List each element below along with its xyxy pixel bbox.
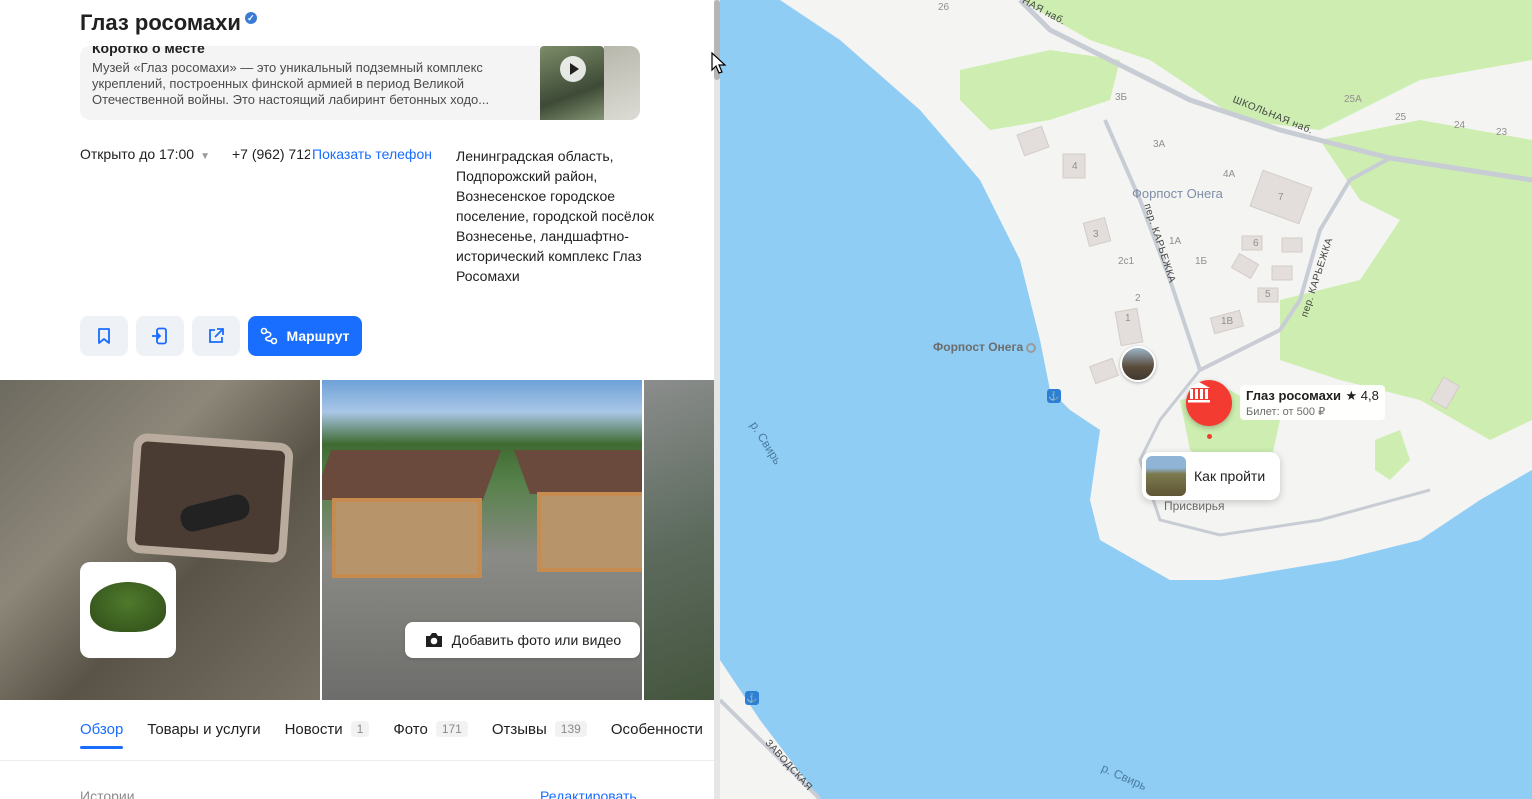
house-number: 6 xyxy=(1253,238,1259,249)
house-number: 3А xyxy=(1153,139,1166,150)
house-number: 3Б xyxy=(1115,92,1128,103)
house-number: 5 xyxy=(1265,289,1271,300)
verified-icon: ✓ xyxy=(244,12,257,24)
bookmark-icon xyxy=(98,328,110,344)
poi-label[interactable]: Глаз росомахи ★ 4,8 Билет: от 500 ₽ xyxy=(1240,385,1385,420)
house-number: 1В xyxy=(1221,316,1234,327)
camera-icon xyxy=(425,633,442,647)
helmet-icon xyxy=(90,582,166,632)
add-photo-button[interactable]: Добавить фото или видео xyxy=(405,622,640,658)
video-thumbnail-next[interactable] xyxy=(604,46,640,120)
house-number: 24 xyxy=(1454,120,1466,131)
anchor-icon[interactable]: ⚓ xyxy=(745,691,759,705)
send-to-phone-icon xyxy=(152,327,167,345)
place-dot-icon xyxy=(1026,342,1037,353)
house-number: 1Б xyxy=(1195,256,1208,267)
route-button[interactable]: Маршрут xyxy=(248,316,362,356)
poi-name: Глаз росомахи xyxy=(1246,388,1342,403)
photo-roof xyxy=(513,450,642,494)
tab-reviews[interactable]: Отзывы 139 xyxy=(492,718,587,740)
anchor-icon[interactable]: ⚓ xyxy=(1047,389,1061,403)
tab-goods[interactable]: Товары и услуги xyxy=(147,718,260,740)
tab-count: 139 xyxy=(554,721,587,737)
tab-label: Отзывы xyxy=(491,720,547,738)
house-number: 23 xyxy=(1496,127,1508,138)
place-title-text: Глаз росомахи xyxy=(80,10,241,35)
map-canvas xyxy=(720,0,1532,799)
house-number: 4А xyxy=(1223,169,1236,180)
place-label-text: Форпост Онега xyxy=(933,340,1024,354)
tab-label: Фото xyxy=(393,720,428,738)
museum-pin[interactable] xyxy=(1186,380,1232,426)
photo-roof xyxy=(322,450,502,500)
poi-rating: ★ 4,8 xyxy=(1345,388,1379,403)
house-number: 3 xyxy=(1093,229,1099,240)
chevron-down-icon[interactable]: ▼ xyxy=(200,151,210,162)
tab-count: 171 xyxy=(435,721,468,737)
how-to-label: Как пройти xyxy=(1194,468,1266,484)
tab-bar: Обзор Товары и услуги Новости 1 Фото 171 О… xyxy=(80,718,703,758)
house-number: 1А xyxy=(1169,236,1182,247)
tab-label: Товары и услуги xyxy=(147,720,261,738)
place-label[interactable]: Форпост Онега xyxy=(1132,186,1223,201)
route-label: Маршрут xyxy=(286,328,350,344)
house-number: 25А xyxy=(1344,94,1362,105)
house-number: 26 xyxy=(938,2,950,13)
house-number: 4 xyxy=(1072,161,1078,172)
house-number: 25 xyxy=(1395,112,1407,123)
send-to-phone-button[interactable] xyxy=(136,316,184,356)
house-number: 2 xyxy=(1135,293,1141,304)
stories-heading: Истории xyxy=(80,788,135,799)
place-title: Глаз росомахи ✓ xyxy=(80,10,257,36)
mouse-cursor-icon xyxy=(711,52,727,74)
address: Ленинградская область, Подпорожский райо… xyxy=(456,148,654,284)
play-icon[interactable] xyxy=(560,56,586,82)
route-icon xyxy=(261,327,278,345)
about-card[interactable]: Коротко о месте Музей «Глаз росомахи» — … xyxy=(80,46,640,120)
photo-rocks[interactable] xyxy=(644,380,716,700)
house-number: 7 xyxy=(1278,192,1284,203)
share-icon xyxy=(209,328,224,343)
tab-features[interactable]: Особенности xyxy=(611,718,703,740)
tab-photos[interactable]: Фото 171 xyxy=(393,718,468,740)
house-number: 2с1 xyxy=(1118,256,1135,267)
photo-bunker[interactable] xyxy=(0,380,320,700)
tab-label: Обзор xyxy=(80,720,124,738)
photo-pavilion xyxy=(332,498,482,578)
tab-count: 1 xyxy=(350,721,370,737)
helmet-logo xyxy=(80,562,176,658)
place-panel: Глаз росомахи ✓ Коротко о месте Музей «Гл… xyxy=(0,0,716,799)
divider xyxy=(0,760,716,761)
how-to-get-button[interactable]: Как пройти xyxy=(1142,452,1280,500)
pin-dot xyxy=(1207,434,1212,439)
tab-label: Особенности xyxy=(610,720,703,738)
phone-number: +7 (962) 712 xyxy=(232,146,312,162)
place-label[interactable]: Форпост Онега xyxy=(933,340,1037,354)
village-label: Присвирья xyxy=(1164,499,1225,513)
map[interactable]: 26 3Б 3А 4 4А 7 3 1А 1Б 6 2с1 2 5 1 1В 2… xyxy=(720,0,1532,799)
tab-overview[interactable]: Обзор xyxy=(80,718,124,749)
add-photo-label: Добавить фото или видео xyxy=(451,632,622,648)
opening-hours[interactable]: Открыто до 17:00 ▼ xyxy=(80,146,210,162)
photo-hatch xyxy=(126,432,294,564)
bookmark-button[interactable] xyxy=(80,316,128,356)
share-button[interactable] xyxy=(192,316,240,356)
house-number: 1 xyxy=(1125,313,1131,324)
how-to-thumbnail xyxy=(1146,456,1186,496)
show-phone-link[interactable]: Показать телефон xyxy=(310,146,432,162)
about-heading: Коротко о месте xyxy=(92,46,205,56)
photo-marker[interactable] xyxy=(1120,346,1156,382)
hours-text: Открыто до 17:00 xyxy=(80,146,195,162)
tab-news[interactable]: Новости 1 xyxy=(285,718,370,740)
about-text: Музей «Глаз росомахи» — это уникальный п… xyxy=(92,60,490,107)
edit-link[interactable]: Редактировать xyxy=(540,788,637,799)
museum-icon xyxy=(1188,382,1210,403)
poi-ticket: Билет: от 500 ₽ xyxy=(1246,406,1326,418)
tab-label: Новости xyxy=(284,720,343,738)
photo-pavilion xyxy=(537,492,642,572)
